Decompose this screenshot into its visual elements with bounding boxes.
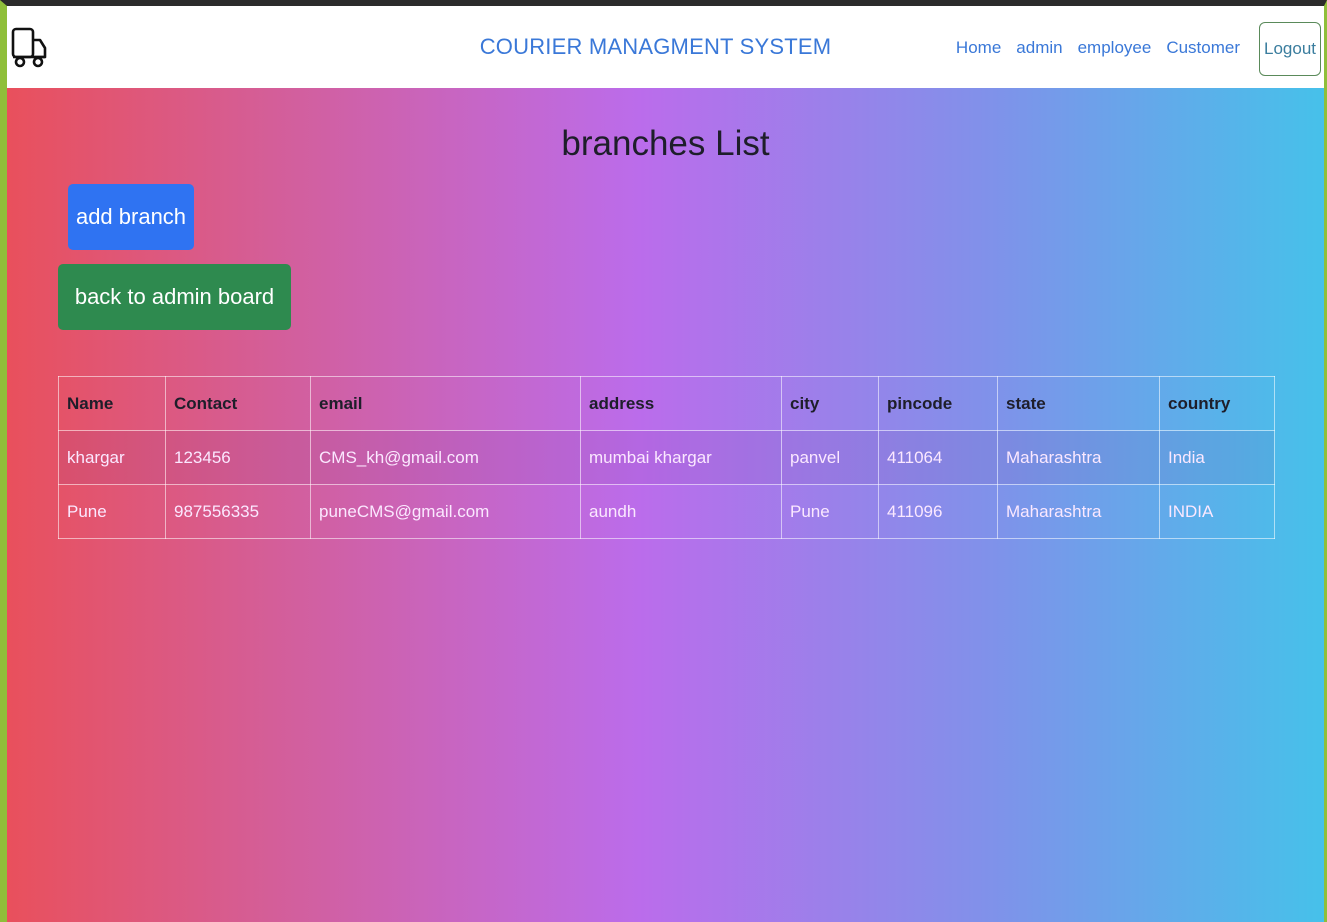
table-cell-address: aundh <box>580 484 782 539</box>
table-cell-country: INDIA <box>1159 484 1275 539</box>
table-cell-city: panvel <box>781 430 879 485</box>
table-cell-address: mumbai khargar <box>580 430 782 485</box>
main-content: branches List add branch back to admin b… <box>7 88 1324 922</box>
nav-links: Home admin employee Customer <box>956 38 1240 58</box>
add-branch-button[interactable]: add branch <box>68 184 194 250</box>
column-header-email: email <box>310 376 581 431</box>
logout-button[interactable]: Logout <box>1259 22 1321 76</box>
table-cell-city: Pune <box>781 484 879 539</box>
table-header-row: Name Contact email address city pincode … <box>58 376 1275 431</box>
table-cell-email: CMS_kh@gmail.com <box>310 430 581 485</box>
column-header-address: address <box>580 376 782 431</box>
branches-table-container: Name Contact email address city pincode … <box>58 376 1275 539</box>
column-header-state: state <box>997 376 1160 431</box>
table-cell-name: khargar <box>58 430 166 485</box>
table-row: khargar 123456 CMS_kh@gmail.com mumbai k… <box>58 430 1275 485</box>
column-header-contact: Contact <box>165 376 311 431</box>
table-cell-contact: 123456 <box>165 430 311 485</box>
browser-frame: COURIER MANAGMENT SYSTEM Home admin empl… <box>0 0 1327 922</box>
table-cell-state: Maharashtra <box>997 484 1160 539</box>
column-header-city: city <box>781 376 879 431</box>
nav-admin-link[interactable]: admin <box>1016 38 1062 58</box>
table-cell-pincode: 411064 <box>878 430 998 485</box>
table-cell-state: Maharashtra <box>997 430 1160 485</box>
table-row: Pune 987556335 puneCMS@gmail.com aundh P… <box>58 484 1275 539</box>
column-header-country: country <box>1159 376 1275 431</box>
table-cell-pincode: 411096 <box>878 484 998 539</box>
page-title: branches List <box>561 124 770 163</box>
column-header-name: Name <box>58 376 166 431</box>
nav-employee-link[interactable]: employee <box>1078 38 1152 58</box>
column-header-pincode: pincode <box>878 376 998 431</box>
back-to-admin-button[interactable]: back to admin board <box>58 264 291 330</box>
branches-table: Name Contact email address city pincode … <box>58 376 1275 539</box>
nav-home-link[interactable]: Home <box>956 38 1001 58</box>
navbar: COURIER MANAGMENT SYSTEM Home admin empl… <box>7 6 1324 88</box>
table-cell-name: Pune <box>58 484 166 539</box>
table-cell-country: India <box>1159 430 1275 485</box>
nav-customer-link[interactable]: Customer <box>1166 38 1240 58</box>
table-cell-email: puneCMS@gmail.com <box>310 484 581 539</box>
table-cell-contact: 987556335 <box>165 484 311 539</box>
